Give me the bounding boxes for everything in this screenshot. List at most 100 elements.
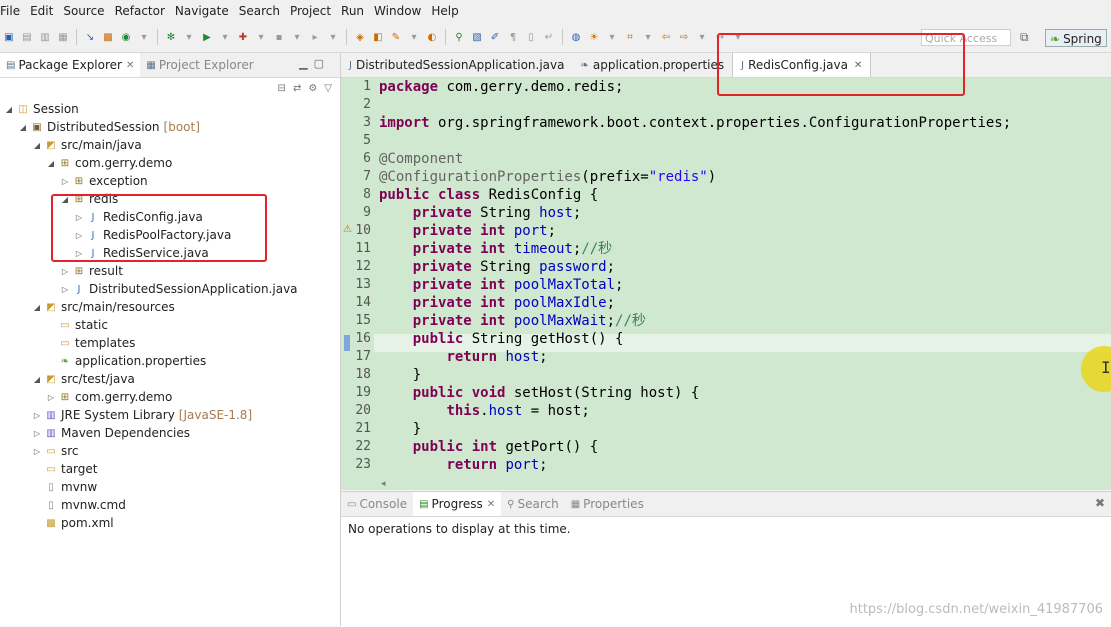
expand-arrow-icon[interactable]: ◢: [32, 375, 42, 384]
forward-icon[interactable]: ⇨: [677, 30, 691, 44]
last-edit-icon[interactable]: ⌗: [623, 30, 637, 44]
expand-arrow-icon[interactable]: ◢: [32, 141, 42, 150]
tab-console[interactable]: ▭ Console: [341, 492, 413, 516]
block-selection-icon[interactable]: ▯: [524, 30, 538, 44]
debug-icon[interactable]: ✻: [164, 30, 178, 44]
tree-node-package[interactable]: ▷ ⊞ exception: [60, 172, 148, 190]
expand-arrow-icon[interactable]: ◢: [46, 159, 56, 168]
pin-icon[interactable]: ⚲: [452, 30, 466, 44]
filter-icon[interactable]: ⚙: [308, 83, 317, 94]
collapse-arrow-icon[interactable]: ▷: [32, 411, 42, 420]
tab-distributed-session-application[interactable]: J DistributedSessionApplication.java: [341, 53, 572, 77]
dropdown-arrow-icon[interactable]: ▾: [290, 30, 304, 44]
globe-icon[interactable]: ◍: [569, 30, 583, 44]
external-tools-icon[interactable]: ✚: [236, 30, 250, 44]
tree-node-src-main-resources[interactable]: ◢ ◩ src/main/resources: [32, 298, 175, 316]
tab-properties[interactable]: ▦ Properties: [565, 492, 650, 516]
save-all-icon[interactable]: ▥: [38, 30, 52, 44]
tree-node-jre[interactable]: ▷ ▥ JRE System Library [JavaSE-1.8]: [32, 406, 252, 424]
back-icon[interactable]: ⇦: [659, 30, 673, 44]
tree-node-folder[interactable]: ▷ ▭ src: [32, 442, 79, 460]
git-icon[interactable]: ◉: [119, 30, 133, 44]
run-icon[interactable]: ▶: [200, 30, 214, 44]
skip-breakpoints-icon[interactable]: ↘: [83, 30, 97, 44]
tree-node-folder[interactable]: ▭ static: [46, 316, 108, 334]
tab-package-explorer[interactable]: ▤ Package Explorer ✕: [0, 53, 141, 77]
tree-node-file[interactable]: ❧ application.properties: [46, 352, 206, 370]
dropdown-arrow-icon[interactable]: ▾: [695, 30, 709, 44]
expand-arrow-icon[interactable]: ◢: [18, 123, 28, 132]
code-area[interactable]: ⚠ 1 2 3 5 6 7 8 9 10 11 12 13 14 15 16 1…: [341, 78, 1111, 490]
spring-perspective-button[interactable]: ❧ Spring: [1045, 29, 1107, 47]
expand-arrow-icon[interactable]: ◢: [32, 303, 42, 312]
close-icon[interactable]: ✕: [487, 499, 495, 510]
view-menu-icon[interactable]: ▽: [324, 83, 332, 94]
menu-source[interactable]: Source: [59, 4, 108, 18]
tree-node-session[interactable]: ◢ ◫ Session: [4, 100, 79, 118]
menu-edit[interactable]: Edit: [26, 4, 57, 18]
show-whitespace-icon[interactable]: ¶: [506, 30, 520, 44]
remove-all-finished-icon[interactable]: ✖: [1095, 496, 1105, 510]
horizontal-scrollbar[interactable]: ◂: [379, 479, 1109, 490]
dropdown-arrow-icon[interactable]: ▾: [641, 30, 655, 44]
tree-node-package[interactable]: ◢ ⊞ com.gerry.demo: [46, 154, 172, 172]
menu-navigate[interactable]: Navigate: [171, 4, 233, 18]
collapse-arrow-icon[interactable]: ▷: [60, 285, 70, 294]
new-project-icon[interactable]: ◈: [353, 30, 367, 44]
edit-icon[interactable]: ✐: [488, 30, 502, 44]
word-wrap-icon[interactable]: ↵: [542, 30, 556, 44]
tree-node-package[interactable]: ▷ ⊞ com.gerry.demo: [46, 388, 172, 406]
collapse-arrow-icon[interactable]: ▷: [60, 177, 70, 186]
tree-node-folder[interactable]: ▭ templates: [46, 334, 135, 352]
dropdown-arrow-icon[interactable]: ▾: [407, 30, 421, 44]
toggle-highlight-icon[interactable]: ▧: [470, 30, 484, 44]
new-class-icon[interactable]: ✎: [389, 30, 403, 44]
tree-node-src-main-java[interactable]: ◢ ◩ src/main/java: [32, 136, 142, 154]
menu-project[interactable]: Project: [286, 4, 335, 18]
menu-search[interactable]: Search: [235, 4, 284, 18]
tab-project-explorer[interactable]: ▦ Project Explorer: [140, 53, 259, 77]
tree-node-file[interactable]: ▩ pom.xml: [32, 514, 113, 532]
dropdown-arrow-icon[interactable]: ▾: [182, 30, 196, 44]
collapse-arrow-icon[interactable]: ▷: [46, 393, 56, 402]
dropdown-arrow-icon[interactable]: ▾: [605, 30, 619, 44]
menu-window[interactable]: Window: [370, 4, 425, 18]
close-icon[interactable]: ✕: [126, 60, 134, 71]
new-icon[interactable]: ▣: [2, 30, 16, 44]
server-icon[interactable]: ▪: [272, 30, 286, 44]
tree-node-project[interactable]: ◢ ▣ DistributedSession [boot]: [18, 118, 200, 136]
tree-node-file[interactable]: ▷ J DistributedSessionApplication.java: [60, 280, 298, 298]
open-task-icon[interactable]: ◐: [425, 30, 439, 44]
tree-node-folder[interactable]: ▭ target: [32, 460, 97, 478]
dropdown-arrow-icon[interactable]: ▾: [254, 30, 268, 44]
dropdown-arrow-icon[interactable]: ▾: [218, 30, 232, 44]
collapse-all-icon[interactable]: ⊟: [278, 83, 286, 94]
menu-run[interactable]: Run: [337, 4, 368, 18]
tree-node-maven[interactable]: ▷ ▥ Maven Dependencies: [32, 424, 190, 442]
tree-node-file[interactable]: ▯ mvnw: [32, 478, 97, 496]
print-icon[interactable]: ▦: [56, 30, 70, 44]
collapse-arrow-icon[interactable]: ▷: [60, 267, 70, 276]
scroll-left-arrow-icon[interactable]: ◂: [381, 479, 386, 489]
collapse-arrow-icon[interactable]: ▷: [32, 429, 42, 438]
annotation-icon[interactable]: ☀: [587, 30, 601, 44]
tree-node-src-test-java[interactable]: ◢ ◩ src/test/java: [32, 370, 135, 388]
link-editor-icon[interactable]: ⇄: [293, 83, 301, 94]
menu-refactor[interactable]: Refactor: [111, 4, 169, 18]
deploy-icon[interactable]: ▸: [308, 30, 322, 44]
tab-application-properties[interactable]: ❧ application.properties: [572, 53, 732, 77]
minimize-maximize-icon[interactable]: ▁▢: [299, 57, 330, 70]
tree-node-file[interactable]: ▯ mvnw.cmd: [32, 496, 126, 514]
tree-node-package[interactable]: ▷ ⊞ result: [60, 262, 123, 280]
save-icon[interactable]: ▤: [20, 30, 34, 44]
build-icon[interactable]: ▩: [101, 30, 115, 44]
tab-search[interactable]: ⚲ Search: [501, 492, 565, 516]
menu-help[interactable]: Help: [427, 4, 462, 18]
open-type-icon[interactable]: ◧: [371, 30, 385, 44]
dropdown-arrow-icon[interactable]: ▾: [326, 30, 340, 44]
open-perspective-icon[interactable]: ⧉: [1020, 30, 1036, 46]
tab-progress[interactable]: ▤ Progress ✕: [413, 492, 502, 516]
expand-arrow-icon[interactable]: ◢: [4, 105, 14, 114]
dropdown-arrow-icon[interactable]: ▾: [137, 30, 151, 44]
menu-file[interactable]: File: [0, 4, 24, 18]
